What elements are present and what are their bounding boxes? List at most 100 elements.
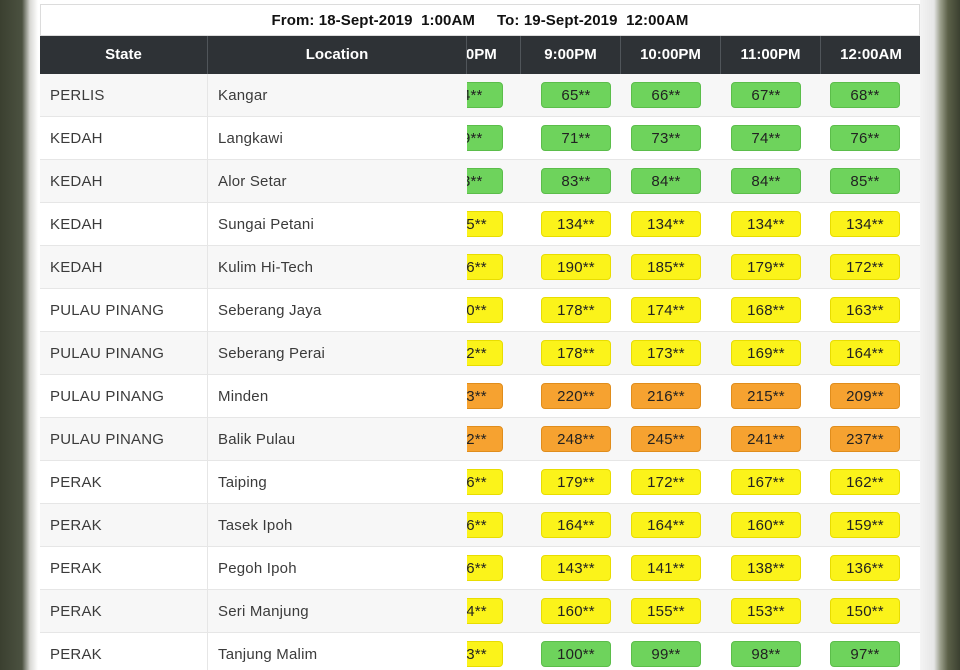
location-cell: Kulim Hi-Tech (218, 259, 314, 276)
api-reading-badge: 155** (631, 598, 701, 624)
api-reading-badge: 164** (467, 598, 503, 624)
table-row: PERAK Pegoh Ipoh 146** 143** 141** 138** 136** (40, 547, 920, 590)
api-reading-badge: 173** (631, 340, 701, 366)
state-cell: PULAU PINANG (50, 388, 165, 405)
column-divider (207, 203, 208, 246)
state-cell: PERAK (50, 474, 102, 491)
api-reading-badge: 164** (541, 512, 611, 538)
api-reading-badge: 135** (467, 211, 503, 237)
api-reading-badge: 186** (467, 469, 503, 495)
table-row: PERAK Tanjung Malim 103** 100** 99** 98** 97** (40, 633, 920, 670)
api-reading-badge: 162** (830, 469, 900, 495)
api-reading-badge: 97** (830, 641, 900, 667)
column-header-time[interactable]: 9:00PM (521, 36, 621, 74)
api-reading-badge: 138** (731, 555, 801, 581)
location-cell: Seri Manjung (218, 603, 309, 620)
api-reading-badge: 164** (631, 512, 701, 538)
api-reading-badge: 65** (541, 82, 611, 108)
api-reading-badge: 103** (467, 641, 503, 667)
api-reading-badge: 143** (541, 555, 611, 581)
api-reading-badge: 83** (467, 168, 503, 194)
api-reading-badge: 160** (541, 598, 611, 624)
column-divider (207, 246, 208, 289)
api-reading-badge: 169** (731, 340, 801, 366)
state-cell: PERAK (50, 517, 102, 534)
column-header-time[interactable]: 12:00AM (821, 36, 920, 74)
location-cell: Tanjung Malim (218, 646, 318, 663)
location-cell: Taiping (218, 474, 267, 491)
background-left-edge (0, 0, 40, 670)
state-cell: KEDAH (50, 259, 103, 276)
api-reading-badge: 134** (541, 211, 611, 237)
to-value: 19-Sept-2019 12:00AM (523, 11, 689, 29)
background-right-edge (920, 0, 960, 670)
column-divider (207, 418, 208, 461)
reading-cells: 186** 179** 172** 167** 162** (467, 461, 920, 504)
api-reading-badge: 179** (731, 254, 801, 280)
column-header-location[interactable]: Location (208, 36, 467, 74)
state-cell: PERLIS (50, 87, 105, 104)
reading-cells: 135** 134** 134** 134** 134** (467, 203, 920, 246)
reading-cells: 166** 164** 164** 160** 159** (467, 504, 920, 547)
column-divider (207, 504, 208, 547)
api-reading-badge: 164** (830, 340, 900, 366)
table-row: PULAU PINANG Seberang Perai 182** 178** 173*… (40, 332, 920, 375)
api-reading-badge: 134** (631, 211, 701, 237)
reading-cells: 196** 190** 185** 179** 172** (467, 246, 920, 289)
api-reading-badge: 153** (731, 598, 801, 624)
api-reading-badge: 136** (830, 555, 900, 581)
api-reading-badge: 67** (731, 82, 801, 108)
api-reading-badge: 160** (731, 512, 801, 538)
state-cell: KEDAH (50, 130, 103, 147)
api-reading-badge: 241** (731, 426, 801, 452)
table-row: KEDAH Alor Setar 83** 83** 84** 84** 85** (40, 160, 920, 203)
state-cell: PERAK (50, 646, 102, 663)
api-reading-badge: 172** (631, 469, 701, 495)
reading-cells: 180** 178** 174** 168** 163** (467, 289, 920, 332)
api-reading-badge: 74** (731, 125, 801, 151)
api-reading-badge: 178** (541, 340, 611, 366)
api-reading-badge: 71** (541, 125, 611, 151)
api-reading-badge: 146** (467, 555, 503, 581)
api-reading-badge: 252** (467, 426, 503, 452)
state-cell: PERAK (50, 560, 102, 577)
state-cell: PERAK (50, 603, 102, 620)
reading-cells: 252** 248** 245** 241** 237** (467, 418, 920, 461)
column-header-time[interactable]: 8:00PM (467, 36, 521, 74)
reading-cells: 103** 100** 99** 98** 97** (467, 633, 920, 670)
api-reading-badge: 159** (830, 512, 900, 538)
state-cell: PULAU PINANG (50, 431, 165, 448)
column-divider (207, 461, 208, 504)
api-reading-badge: 68** (830, 82, 900, 108)
api-reading-badge: 237** (830, 426, 900, 452)
column-header-state[interactable]: State (40, 36, 208, 74)
api-reading-badge: 248** (541, 426, 611, 452)
table-row: KEDAH Kulim Hi-Tech 196** 190** 185** 179** 17… (40, 246, 920, 289)
api-reading-badge: 216** (631, 383, 701, 409)
api-reading-badge: 73** (631, 125, 701, 151)
api-reading-badge: 196** (467, 254, 503, 280)
column-header-time[interactable]: 11:00PM (721, 36, 821, 74)
location-cell: Kangar (218, 87, 268, 104)
table-row: PERAK Taiping 186** 179** 172** 167** 162** (40, 461, 920, 504)
api-reading-badge: 168** (731, 297, 801, 323)
to-label: To: (497, 11, 520, 29)
reading-cells: 223** 220** 216** 215** 209** (467, 375, 920, 418)
table-row: KEDAH Langkawi 69** 71** 73** 74** 76** (40, 117, 920, 160)
api-reading-badge: 69** (467, 125, 503, 151)
column-header-time[interactable]: 10:00PM (621, 36, 721, 74)
column-divider (207, 547, 208, 590)
api-reading-badge: 66** (631, 82, 701, 108)
api-reading-badge: 215** (731, 383, 801, 409)
api-reading-badge: 134** (731, 211, 801, 237)
api-reading-badge: 174** (631, 297, 701, 323)
reading-cells: 182** 178** 173** 169** 164** (467, 332, 920, 375)
api-reading-badge: 84** (731, 168, 801, 194)
from-label: From: (271, 11, 315, 29)
time-columns-scroll-area[interactable]: 8:00PM 9:00PM 10:00PM 11:00PM 12:00AM (467, 36, 920, 74)
api-reading-badge: 163** (830, 297, 900, 323)
api-reading-badge: 245** (631, 426, 701, 452)
api-reading-badge: 98** (731, 641, 801, 667)
api-reading-badge: 182** (467, 340, 503, 366)
location-cell: Alor Setar (218, 173, 287, 190)
